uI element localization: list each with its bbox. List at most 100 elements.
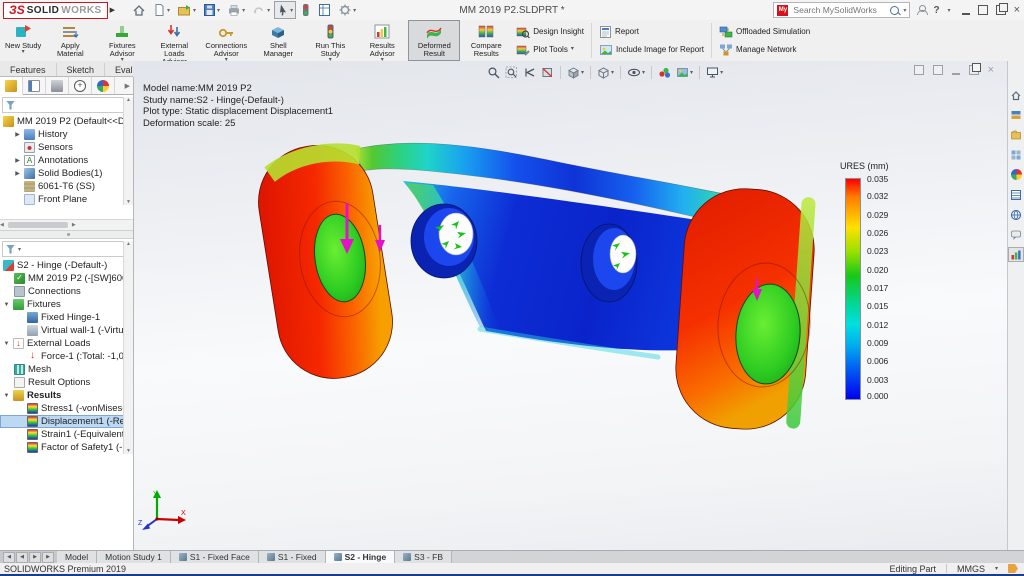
configurationmanager-tab[interactable] — [46, 77, 69, 94]
connections-advisor-button[interactable]: Connections Advisor▾ — [200, 20, 252, 61]
previous-view-icon[interactable] — [522, 65, 537, 80]
study-item-force[interactable]: Force-1 (:Total: -1,000 N:) — [0, 350, 133, 363]
external-loads-advisor-button[interactable]: External Loads Advisor▾ — [148, 20, 200, 61]
edit-appearance-icon[interactable] — [657, 65, 672, 80]
new-document-button[interactable]: ▾ — [150, 1, 173, 19]
tab-sketch[interactable]: Sketch — [57, 63, 106, 76]
view-orientation-icon[interactable]: ▾ — [566, 65, 585, 80]
run-this-study-button[interactable]: Run This Study▾ — [304, 20, 356, 61]
expand-icon[interactable]: ▶ — [14, 170, 21, 177]
include-image-for-report-button[interactable]: Include Image for Report — [599, 43, 704, 57]
study-item-part[interactable]: MM 2019 P2 (-[SW]6061-T6 (SS)-) — [0, 272, 133, 285]
study-tree-filter[interactable]: ▾ — [2, 241, 131, 257]
performance-chart-icon[interactable] — [1008, 247, 1024, 262]
tab-motion-study-1[interactable]: Motion Study 1 — [97, 551, 171, 563]
doc-window-icon[interactable] — [914, 65, 924, 75]
study-item-stress1[interactable]: Stress1 (-vonMises-) — [0, 402, 133, 415]
expand-icon[interactable]: ▶ — [14, 131, 21, 138]
design-insight-button[interactable]: Design Insight — [516, 25, 584, 39]
study-item-fixtures[interactable]: ▼ Fixtures — [0, 298, 133, 311]
file-properties-button[interactable] — [315, 1, 334, 19]
collapse-icon[interactable]: ▼ — [3, 341, 10, 347]
doc-close-icon[interactable]: × — [988, 66, 994, 75]
tab-s1-fixed-face[interactable]: S1 - Fixed Face — [171, 551, 259, 563]
doc-minimize-icon[interactable] — [952, 65, 960, 75]
plot-tools-dropdown-icon[interactable]: ▾ — [571, 47, 574, 52]
study-root[interactable]: S2 - Hinge (-Default-) — [0, 259, 133, 272]
propertymanager-tab[interactable] — [23, 77, 46, 94]
expand-icon[interactable]: ▶ — [14, 157, 21, 164]
view-palette-icon[interactable] — [1008, 147, 1024, 162]
units-dropdown-icon[interactable]: ▾ — [995, 565, 998, 572]
search-dropdown-icon[interactable]: ▾ — [903, 7, 906, 14]
feature-tree-hscrollbar[interactable]: ◀▶ — [0, 219, 133, 230]
options-gear-button[interactable]: ▾ — [335, 1, 359, 19]
first-tab-button[interactable]: ◀ — [3, 552, 15, 563]
print-button[interactable]: ▾ — [224, 1, 248, 19]
display-style-icon[interactable]: ▾ — [596, 65, 615, 80]
design-library-icon[interactable] — [1008, 107, 1024, 122]
search-input[interactable] — [791, 4, 887, 16]
save-button[interactable]: ▾ — [200, 1, 223, 19]
tab-features[interactable]: Features — [0, 63, 57, 76]
feature-tree-scrollbar[interactable]: ▲▼ — [123, 97, 133, 205]
new-study-button[interactable]: New Study▾ — [2, 20, 44, 61]
compare-results-button[interactable]: Compare Results — [460, 20, 512, 61]
study-item-strain1[interactable]: Strain1 (-Equivalent-) — [0, 428, 133, 441]
graphics-viewport[interactable]: ▾ ▾ ▾ ▾ ▾ × Model name:MM 2019 P2 Study … — [133, 61, 1008, 551]
tree-item-solid-bodies[interactable]: ▶ Solid Bodies(1) — [0, 167, 133, 180]
results-advisor-button[interactable]: Results Advisor▾ — [356, 20, 408, 61]
collapse-icon[interactable]: ▼ — [3, 393, 10, 399]
study-item-connections[interactable]: Connections — [0, 285, 133, 298]
help-dropdown-icon[interactable]: ▾ — [948, 7, 951, 14]
apply-material-button[interactable]: Apply Material — [44, 20, 96, 61]
search-icon[interactable] — [890, 6, 899, 15]
zoom-to-area-icon[interactable] — [504, 65, 519, 80]
tree-item-front-plane[interactable]: Front Plane — [0, 193, 133, 206]
tree-item-history[interactable]: ▶ History — [0, 128, 133, 141]
study-tree-scrollbar[interactable]: ▲▼ — [123, 241, 133, 454]
status-tag-icon[interactable] — [1008, 564, 1018, 573]
custom-properties-icon[interactable] — [1008, 187, 1024, 202]
featuremanager-tab[interactable] — [0, 77, 23, 95]
status-units[interactable]: MMGS — [957, 564, 985, 574]
prev-tab-button[interactable]: ◀ — [16, 552, 28, 563]
panel-tabs-overflow-icon[interactable]: ▶ — [115, 82, 133, 90]
doc-restore-icon[interactable] — [969, 65, 979, 75]
study-item-external-loads[interactable]: ▼ External Loads — [0, 337, 133, 350]
undo-button[interactable]: ▾ — [249, 1, 273, 19]
help-icon[interactable]: ? — [933, 5, 939, 16]
hinge-model-displacement-plot[interactable] — [228, 129, 828, 439]
manage-network-button[interactable]: Manage Network — [719, 43, 810, 57]
study-item-result-options[interactable]: Result Options — [0, 376, 133, 389]
study-item-fos1[interactable]: Factor of Safety1 (-FOS-) — [0, 441, 133, 454]
tab-s3-fb[interactable]: S3 - FB — [395, 551, 452, 563]
dimxpertmanager-tab[interactable] — [69, 77, 92, 94]
maximize-icon[interactable] — [978, 5, 988, 15]
tree-item-annotations[interactable]: ▶ Annotations — [0, 154, 133, 167]
deformed-result-button[interactable]: Deformed Result — [408, 20, 460, 61]
zoom-to-fit-icon[interactable] — [486, 65, 501, 80]
tree-root[interactable]: MM 2019 P2 (Default<<Default>_Disp — [0, 115, 133, 128]
filter-dropdown-icon[interactable]: ▾ — [18, 246, 21, 253]
next-tab-button[interactable]: ▶ — [29, 552, 41, 563]
search-box[interactable]: My ▾ — [773, 2, 910, 18]
feature-tree-filter[interactable] — [2, 97, 131, 113]
tab-s1-fixed[interactable]: S1 - Fixed — [259, 551, 326, 563]
study-item-mesh[interactable]: Mesh — [0, 363, 133, 376]
view-settings-icon[interactable]: ▾ — [705, 65, 724, 80]
appearances-scenes-icon[interactable] — [1008, 167, 1024, 182]
last-tab-button[interactable]: ▶ — [42, 552, 54, 563]
shell-manager-button[interactable]: Shell Manager — [252, 20, 304, 61]
offloaded-simulation-button[interactable]: Offloaded Simulation — [719, 25, 810, 39]
fixtures-advisor-button[interactable]: Fixtures Advisor▾ — [96, 20, 148, 61]
study-item-virtual-wall[interactable]: Virtual wall-1 (-Virtual Wall<MM — [0, 324, 133, 337]
displaymanager-tab[interactable] — [92, 77, 115, 94]
file-explorer-icon[interactable] — [1008, 127, 1024, 142]
solidworks-resources-icon[interactable] — [1008, 87, 1024, 102]
tab-model[interactable]: Model — [57, 551, 97, 563]
study-item-results[interactable]: ▼ Results — [0, 389, 133, 402]
tab-s2-hinge[interactable]: S2 - Hinge — [326, 551, 396, 563]
rebuild-button[interactable] — [297, 1, 314, 19]
study-item-fixed-hinge[interactable]: Fixed Hinge-1 — [0, 311, 133, 324]
